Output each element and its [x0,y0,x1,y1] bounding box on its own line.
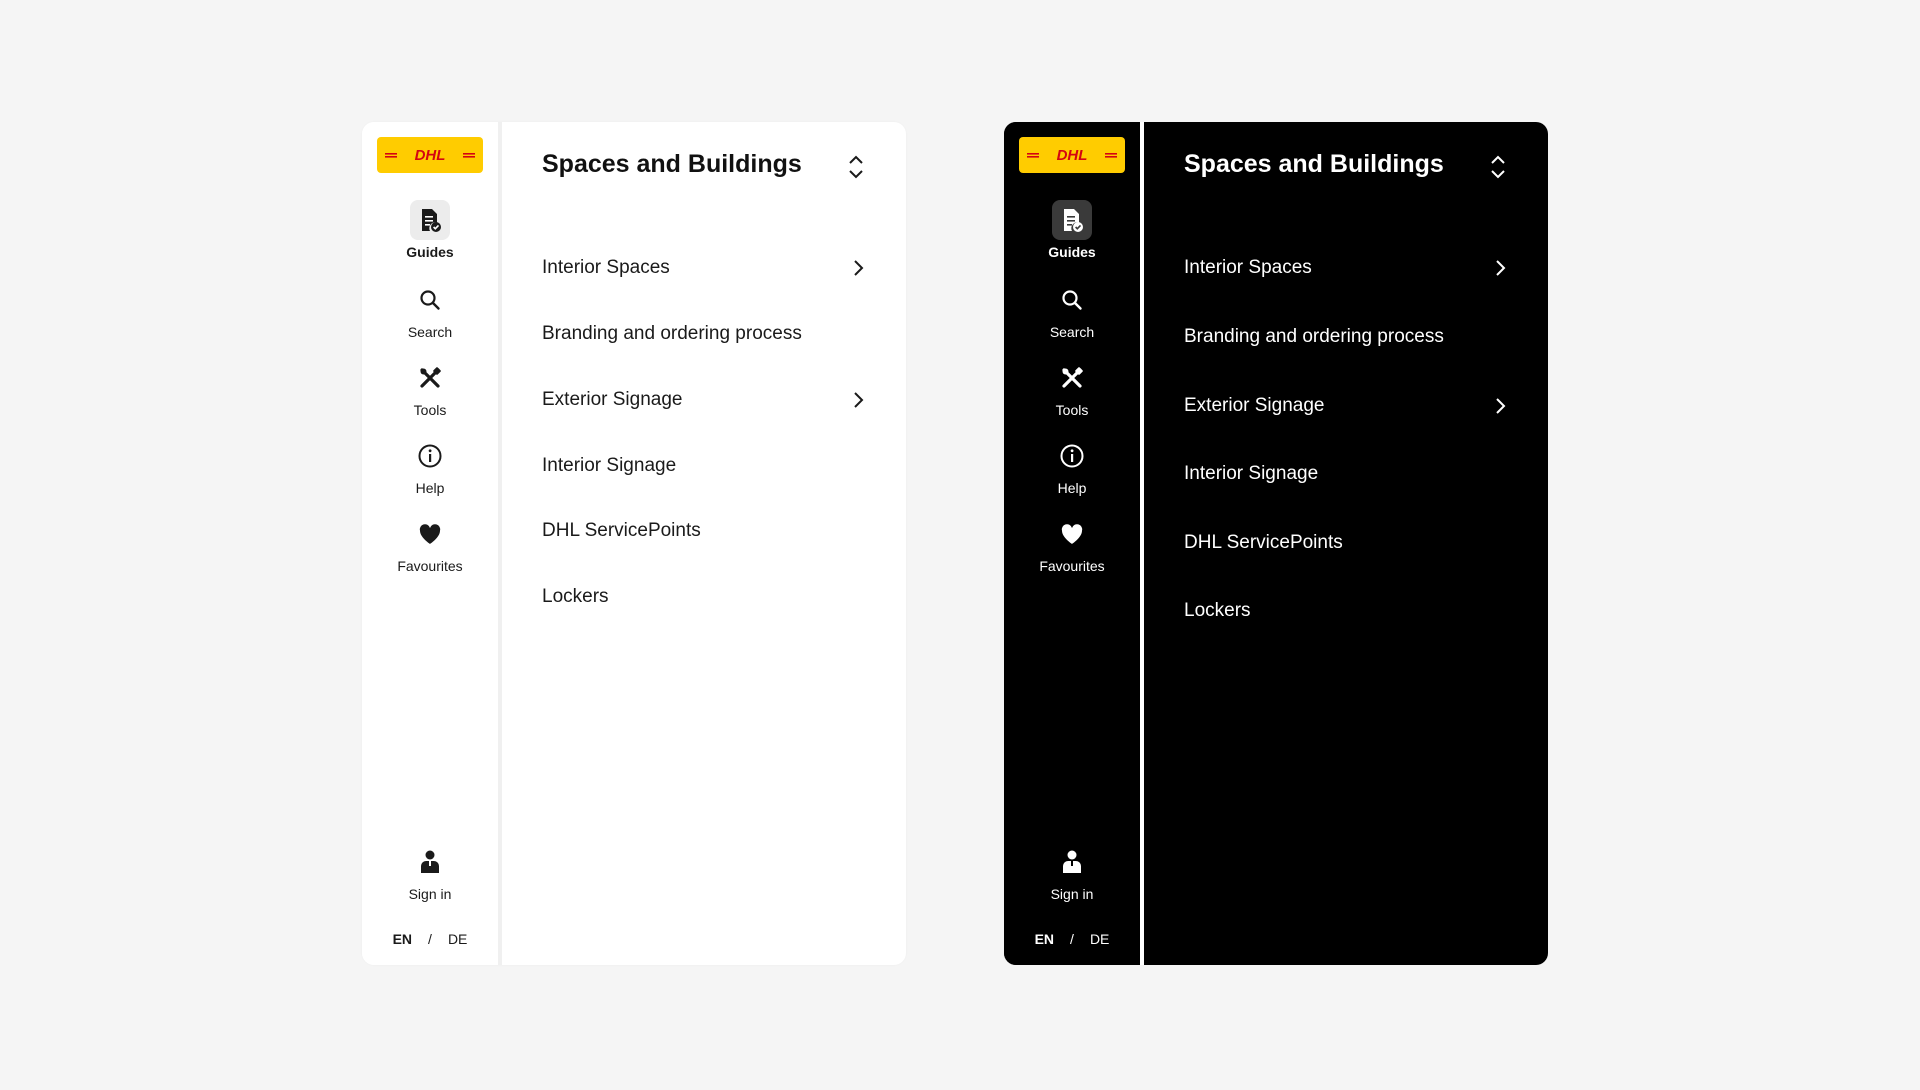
lang-de[interactable]: DE [448,931,467,947]
side-rail: DHL Guides Search Tools Help Favourites … [1004,122,1144,965]
menu-item-label: Interior Spaces [1184,257,1312,278]
chevron-right-icon [854,260,864,276]
navigation-panel-light: DHL Guides Search Tools Help Favourites … [362,122,906,965]
sign-in-button[interactable]: Sign in [362,842,498,902]
info-icon [410,436,450,476]
rail-item-tools[interactable]: Tools [362,358,498,418]
info-icon [1052,436,1092,476]
heart-icon [1052,514,1092,554]
main-menu: Spaces and Buildings Interior Spaces Bra… [502,122,906,965]
menu-item-label: DHL ServicePoints [542,520,701,541]
rail-item-label: Tools [1055,402,1089,418]
rail-item-label: Search [407,324,453,340]
menu-item-interior-spaces[interactable]: Interior Spaces [542,252,866,284]
menu-item-servicepoints[interactable]: DHL ServicePoints [542,515,866,547]
sign-in-button[interactable]: Sign in [1004,842,1140,902]
user-icon [410,842,450,882]
chevron-right-icon [854,392,864,408]
dhl-logo-icon: DHL [1027,147,1117,163]
rail-item-favourites[interactable]: Favourites [1004,514,1140,574]
menu-item-interior-signage[interactable]: Interior Signage [542,450,866,482]
dhl-logo-icon: DHL [385,147,475,163]
menu-item-label: Interior Spaces [542,257,670,278]
rail-item-search[interactable]: Search [362,280,498,340]
language-switcher: EN / DE [1004,931,1140,947]
rail-item-label: Help [1057,480,1087,496]
menu-item-exterior-signage[interactable]: Exterior Signage [542,384,866,416]
search-icon [1052,280,1092,320]
rail-item-guides[interactable]: Guides [362,200,498,260]
main-menu: Spaces and Buildings Interior Spaces Bra… [1144,122,1548,965]
search-icon [410,280,450,320]
svg-text:DHL: DHL [1057,147,1088,163]
lang-de[interactable]: DE [1090,931,1109,947]
tools-icon [410,358,450,398]
menu-item-label: Branding and ordering process [1184,326,1444,347]
menu-item-branding[interactable]: Branding and ordering process [542,318,866,350]
heart-icon [410,514,450,554]
menu-item-servicepoints[interactable]: DHL ServicePoints [1184,527,1508,559]
rail-item-favourites[interactable]: Favourites [362,514,498,574]
chevron-up-down-icon[interactable] [844,153,868,181]
chevron-right-icon [1496,260,1506,276]
page-title: Spaces and Buildings [542,150,802,178]
tools-icon [1052,358,1092,398]
rail-item-guides[interactable]: Guides [1004,200,1140,260]
menu-item-exterior-signage[interactable]: Exterior Signage [1184,390,1508,422]
lang-en[interactable]: EN [393,931,412,947]
language-switcher: EN / DE [362,931,498,947]
rail-item-label: Search [1049,324,1095,340]
rail-item-label: Favourites [1039,558,1105,574]
menu-item-lockers[interactable]: Lockers [1184,595,1508,627]
menu-item-label: DHL ServicePoints [1184,532,1343,553]
lang-separator: / [1070,931,1074,947]
sign-in-label: Sign in [408,886,452,902]
guides-icon [410,200,450,240]
menu-item-label: Exterior Signage [542,389,683,410]
menu-item-branding[interactable]: Branding and ordering process [1184,321,1508,353]
lang-separator: / [428,931,432,947]
navigation-panel-dark: DHL Guides Search Tools Help Favourites … [1004,122,1548,965]
svg-text:DHL: DHL [415,147,446,163]
dhl-logo[interactable]: DHL [1019,137,1125,173]
rail-item-label: Tools [413,402,447,418]
menu-item-label: Interior Signage [542,455,677,476]
menu-item-label: Exterior Signage [1184,395,1325,416]
rail-item-label: Favourites [397,558,463,574]
rail-item-label: Help [415,480,445,496]
lang-en[interactable]: EN [1035,931,1054,947]
menu-item-interior-spaces[interactable]: Interior Spaces [1184,252,1508,284]
page-title: Spaces and Buildings [1184,150,1444,178]
dhl-logo[interactable]: DHL [377,137,483,173]
menu-item-label: Lockers [542,586,609,607]
sign-in-label: Sign in [1050,886,1094,902]
chevron-up-down-icon[interactable] [1486,153,1510,181]
menu-item-label: Lockers [1184,600,1251,621]
side-rail: DHL Guides Search Tools Help Favourites … [362,122,502,965]
chevron-right-icon [1496,398,1506,414]
rail-item-tools[interactable]: Tools [1004,358,1140,418]
menu-item-label: Branding and ordering process [542,323,802,344]
rail-item-help[interactable]: Help [1004,436,1140,496]
rail-item-label: Guides [1048,244,1096,260]
guides-icon [1052,200,1092,240]
menu-item-interior-signage[interactable]: Interior Signage [1184,458,1508,490]
rail-item-label: Guides [406,244,454,260]
user-icon [1052,842,1092,882]
rail-item-search[interactable]: Search [1004,280,1140,340]
menu-item-label: Interior Signage [1184,463,1319,484]
menu-item-lockers[interactable]: Lockers [542,581,866,613]
rail-item-help[interactable]: Help [362,436,498,496]
